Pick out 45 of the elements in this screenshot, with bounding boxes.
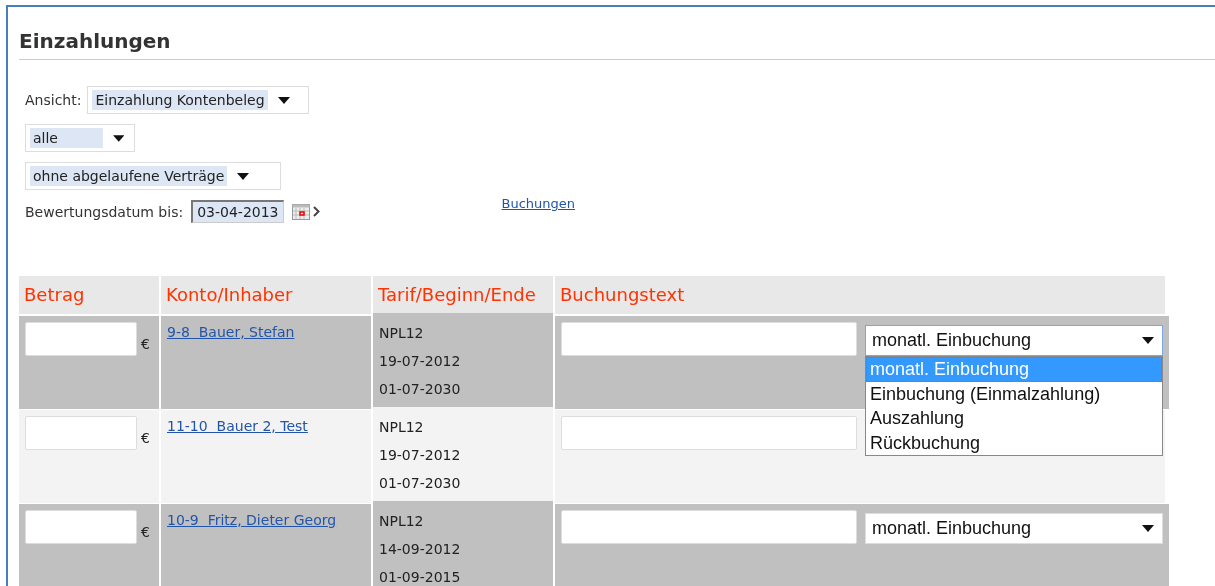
amount-field[interactable] (25, 416, 137, 450)
end-date: 01-07-2030 (379, 474, 462, 493)
account-link[interactable]: 11-10 Bauer 2, Test (167, 418, 308, 434)
scope-select[interactable]: alle (25, 124, 135, 152)
dropdown-option[interactable]: Rückbuchung (866, 430, 1162, 455)
start-date: 14-09-2012 (379, 540, 462, 559)
tariff-text: NPL12 (379, 324, 425, 343)
dropdown-option[interactable]: Auszahlung (866, 406, 1162, 431)
column-header: Betrag (19, 276, 159, 314)
bookings-link[interactable]: Buchungen (501, 196, 576, 211)
date-label: Bewertungsdatum bis: (25, 203, 184, 220)
contracts-select[interactable]: ohne abgelaufene Verträge (25, 162, 281, 190)
chevron-right-icon[interactable] (312, 206, 320, 217)
tariff-text: NPL12 (379, 418, 425, 437)
start-date: 19-07-2012 (379, 352, 462, 371)
amount-field[interactable] (25, 510, 137, 544)
currency-symbol: € (141, 336, 150, 352)
column-header: Tarif/Beginn/Ende (373, 276, 553, 314)
currency-symbol: € (141, 524, 150, 540)
dropdown-option[interactable]: Einbuchung (Einmalzahlung) (866, 381, 1162, 406)
calendar-icon[interactable] (291, 203, 310, 220)
booking-text-field[interactable] (561, 510, 857, 544)
booking-text-field[interactable] (561, 322, 857, 356)
caret-icon (1142, 337, 1154, 344)
view-label: Ansicht: (25, 92, 82, 108)
start-date: 19-07-2012 (379, 446, 462, 465)
booking-type-select[interactable]: monatl. Einbuchung (865, 325, 1163, 356)
booking-type-select[interactable]: monatl. Einbuchung (865, 513, 1163, 544)
caret-icon (1142, 525, 1154, 532)
currency-symbol: € (141, 430, 150, 446)
caret-icon (237, 172, 250, 180)
caret-icon (277, 96, 290, 104)
booking-text-field[interactable] (561, 416, 857, 450)
column-header: Konto/Inhaber (161, 276, 371, 314)
account-link[interactable]: 10-9 Fritz, Dieter Georg (167, 512, 337, 528)
date-field[interactable]: 03-04-2013 (191, 200, 284, 223)
column-header: Buchungstext (555, 276, 1165, 314)
account-link[interactable]: 9-8 Bauer, Stefan (167, 324, 295, 340)
view-select[interactable]: Einzahlung Kontenbeleg (87, 86, 310, 114)
caret-icon (112, 134, 124, 142)
tariff-text: NPL12 (379, 512, 425, 531)
amount-field[interactable] (25, 322, 137, 356)
end-date: 01-09-2015 (379, 568, 462, 586)
end-date: 01-07-2030 (379, 380, 462, 399)
page-title: Einzahlungen (19, 29, 1215, 60)
